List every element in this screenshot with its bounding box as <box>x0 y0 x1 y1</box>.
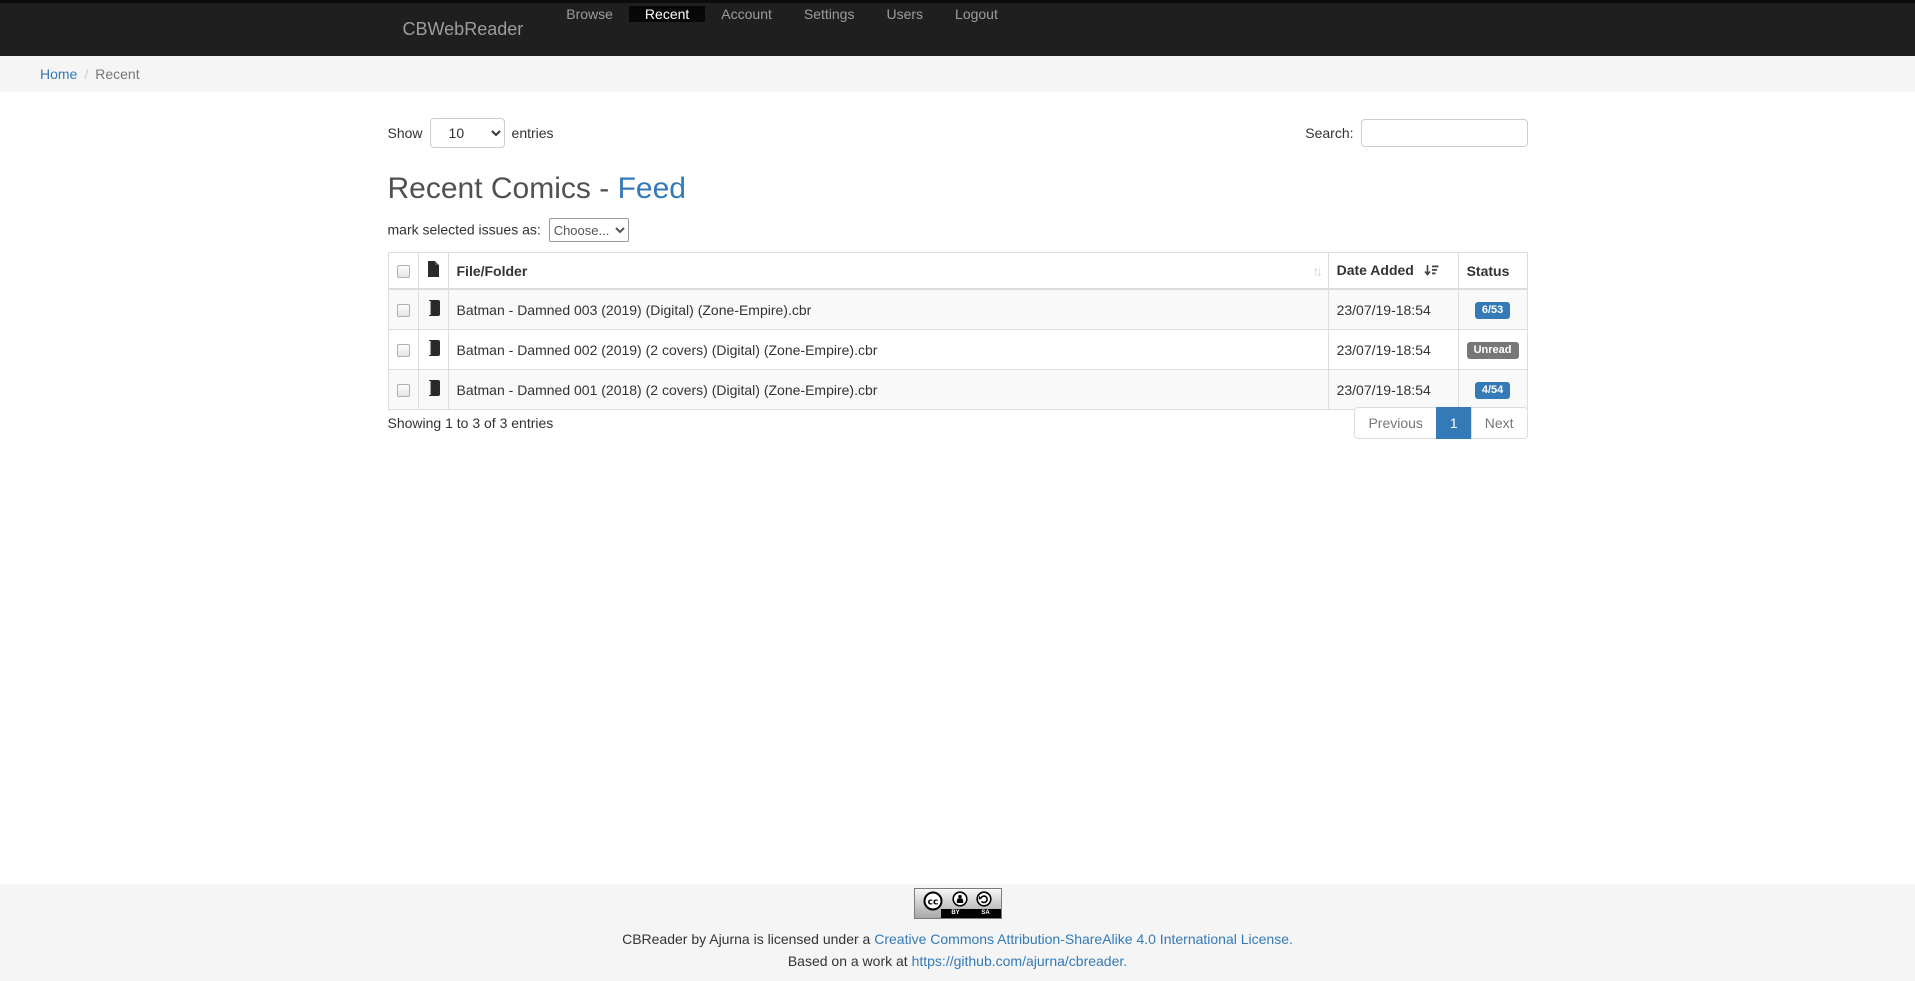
row-checkbox[interactable] <box>397 384 410 397</box>
search-control: Search: <box>1305 119 1527 147</box>
row-checkbox-cell <box>388 289 418 330</box>
mark-select[interactable]: Choose... <box>549 218 629 242</box>
top-navbar: CBWebReader Browse Recent Account Settin… <box>0 0 1915 56</box>
book-icon <box>427 383 440 399</box>
table-header-row: File/Folder ↑↓ Date Added Status <box>388 253 1527 290</box>
cc-icon: cc <box>923 891 943 911</box>
nav-item-browse[interactable]: Browse <box>550 6 629 22</box>
book-icon <box>427 343 440 359</box>
status-badge: 6/53 <box>1475 302 1510 319</box>
work-line: Based on a work at https://github.com/aj… <box>0 952 1915 971</box>
breadcrumb-home-link[interactable]: Home <box>40 66 77 82</box>
date-added: 23/07/19-18:54 <box>1328 289 1458 330</box>
pagination-page-1[interactable]: 1 <box>1436 407 1472 439</box>
sort-desc-icon <box>1424 264 1439 280</box>
status-cell: 4/54 <box>1458 370 1527 410</box>
file-type-header <box>418 253 448 290</box>
date-added-header-label: Date Added <box>1337 262 1414 278</box>
brand-link[interactable]: CBWebReader <box>388 3 539 56</box>
cc-by-label: BY <box>951 909 959 918</box>
github-link[interactable]: https://github.com/ajurna/cbreader. <box>912 953 1128 969</box>
status-cell: Unread <box>1458 330 1527 370</box>
row-icon-cell <box>418 289 448 330</box>
recent-comics-table: File/Folder ↑↓ Date Added Status <box>388 252 1528 410</box>
svg-text:cc: cc <box>928 898 939 908</box>
select-all-header[interactable] <box>388 253 418 290</box>
select-all-checkbox[interactable] <box>397 265 410 278</box>
page-title: Recent Comics - Feed <box>388 172 1528 206</box>
date-added: 23/07/19-18:54 <box>1328 370 1458 410</box>
table-row: Batman - Damned 003 (2019) (Digital) (Zo… <box>388 289 1527 330</box>
row-checkbox-cell <box>388 330 418 370</box>
page-title-text: Recent Comics - <box>388 172 618 205</box>
cc-icons: cc <box>915 891 1001 911</box>
show-label: Show <box>388 125 423 141</box>
search-input[interactable] <box>1361 119 1528 147</box>
file-name[interactable]: Batman - Damned 001 (2018) (2 covers) (D… <box>448 370 1328 410</box>
pagination-next[interactable]: Next <box>1471 407 1528 439</box>
license-link[interactable]: Creative Commons Attribution-ShareAlike … <box>874 931 1293 947</box>
file-icon <box>427 264 440 280</box>
table-footer: Showing 1 to 3 of 3 entries Previous 1 N… <box>388 415 1528 431</box>
file-name[interactable]: Batman - Damned 002 (2019) (2 covers) (D… <box>448 330 1328 370</box>
license-prefix: CBReader by Ajurna is licensed under a <box>622 931 874 947</box>
nav-item-account[interactable]: Account <box>705 6 788 22</box>
breadcrumb: Home/Recent <box>0 56 1915 92</box>
by-person-icon <box>952 891 968 907</box>
book-icon <box>427 303 440 319</box>
row-icon-cell <box>418 330 448 370</box>
mark-actions: mark selected issues as: Choose... <box>388 218 1528 242</box>
sort-icon: ↑↓ <box>1313 263 1320 278</box>
breadcrumb-separator: / <box>77 66 95 82</box>
row-checkbox[interactable] <box>397 344 410 357</box>
pagination: Previous 1 Next <box>1354 415 1527 431</box>
nav-item-settings[interactable]: Settings <box>788 6 871 22</box>
column-header-status: Status <box>1458 253 1527 290</box>
row-checkbox-cell <box>388 370 418 410</box>
page-footer: cc BY SA CBReader by Ajurna is licensed … <box>0 884 1915 981</box>
main-content: Show 10 entries Search: Recent Comics - … <box>0 106 1915 884</box>
breadcrumb-current: Recent <box>95 66 139 82</box>
column-header-date-added[interactable]: Date Added <box>1328 253 1458 290</box>
cc-strip: BY SA <box>941 909 1001 918</box>
table-row: Batman - Damned 002 (2019) (2 covers) (D… <box>388 330 1527 370</box>
page-length-control: Show 10 entries <box>388 118 554 148</box>
page: CBWebReader Browse Recent Account Settin… <box>0 0 1915 981</box>
pagination-previous[interactable]: Previous <box>1354 407 1436 439</box>
entries-label: entries <box>512 125 554 141</box>
cc-sa-label: SA <box>981 909 989 918</box>
file-folder-header-label: File/Folder <box>457 263 528 279</box>
nav-item-recent[interactable]: Recent <box>629 6 705 22</box>
work-prefix: Based on a work at <box>788 953 912 969</box>
license-line: CBReader by Ajurna is licensed under a C… <box>0 930 1915 949</box>
nav-item-logout[interactable]: Logout <box>939 6 1014 22</box>
sa-arrow-icon <box>976 891 992 907</box>
row-checkbox[interactable] <box>397 304 410 317</box>
column-header-file-folder[interactable]: File/Folder ↑↓ <box>448 253 1328 290</box>
mark-label: mark selected issues as: <box>388 222 541 238</box>
search-label: Search: <box>1305 125 1353 141</box>
feed-link[interactable]: Feed <box>618 172 686 205</box>
status-badge: 4/54 <box>1475 382 1510 399</box>
page-size-select[interactable]: 10 <box>430 118 505 148</box>
date-added: 23/07/19-18:54 <box>1328 330 1458 370</box>
table-controls: Show 10 entries Search: <box>388 118 1528 148</box>
file-name[interactable]: Batman - Damned 003 (2019) (Digital) (Zo… <box>448 289 1328 330</box>
nav-item-users[interactable]: Users <box>870 6 939 22</box>
table-row: Batman - Damned 001 (2018) (2 covers) (D… <box>388 370 1527 410</box>
cc-by-sa-badge[interactable]: cc BY SA <box>914 888 1002 919</box>
navbar-menu: Browse Recent Account Settings Users Log… <box>550 3 1014 56</box>
entries-info: Showing 1 to 3 of 3 entries <box>388 415 554 431</box>
row-icon-cell <box>418 370 448 410</box>
status-cell: 6/53 <box>1458 289 1527 330</box>
status-badge: Unread <box>1467 342 1519 359</box>
